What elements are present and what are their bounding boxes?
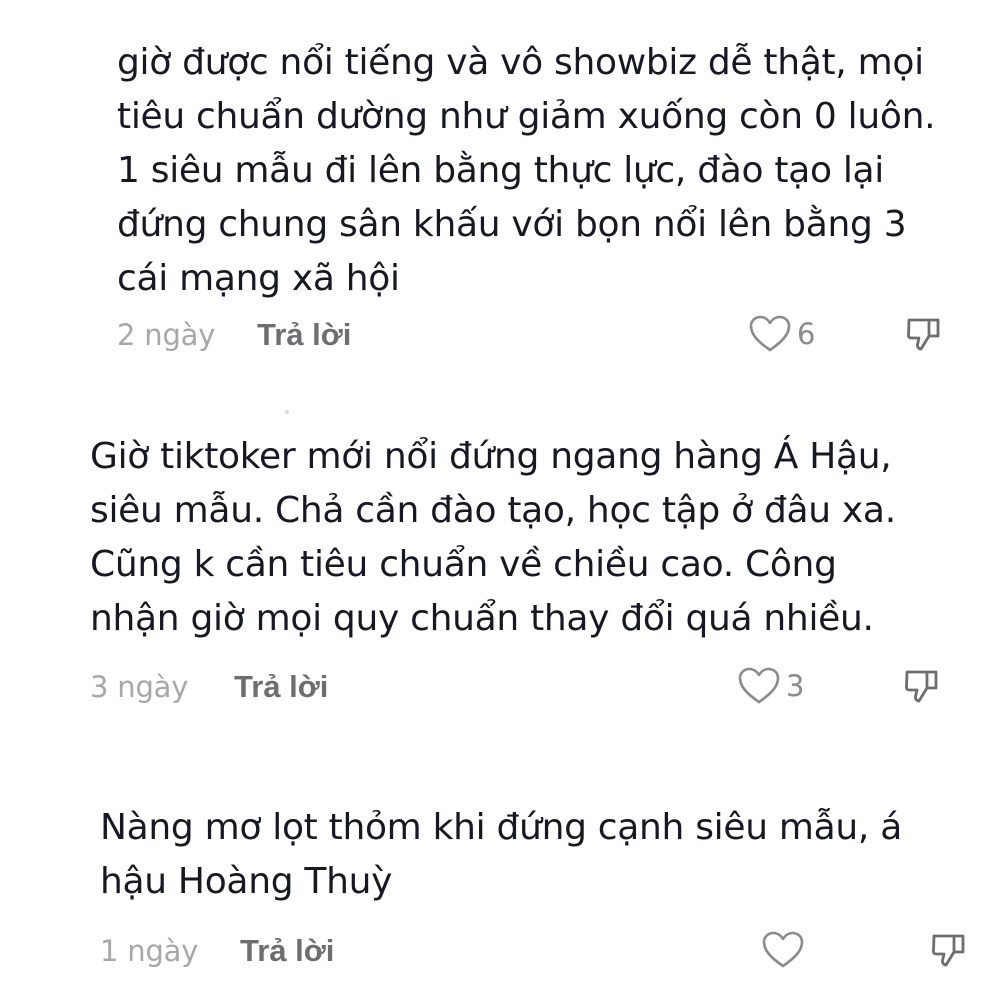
dislike-button[interactable] (930, 932, 966, 968)
comment-text-line: đứng chung sân khấu với bọn nổi lên bằng… (117, 204, 907, 245)
comment-text-line: hậu Hoàng Thuỳ (100, 861, 393, 902)
comment-text-line: giờ được nổi tiếng và vô showbiz dễ thật… (117, 42, 924, 83)
comment-time: 1 ngày (100, 934, 199, 968)
comment-text-line: siêu mẫu. Chả cần đào tạo, học tập ở đâu… (90, 490, 896, 531)
like-button[interactable] (762, 931, 810, 969)
like-count: 3 (786, 669, 805, 703)
comment-time: 2 ngày (117, 318, 216, 352)
dislike-button[interactable] (905, 316, 941, 352)
reply-button[interactable]: Trả lời (240, 933, 334, 969)
thumbs-down-outline-icon (932, 934, 965, 967)
dislike-button[interactable] (903, 668, 939, 704)
comment-text-line: Cũng k cần tiêu chuẩn về chiều cao. Công (90, 544, 837, 585)
heart-outline-icon (749, 315, 791, 352)
like-button[interactable]: 6 (749, 315, 815, 353)
comment-meta: 2 ngày Trả lời 6 (117, 315, 957, 355)
reply-button[interactable]: Trả lời (234, 669, 328, 705)
comment-meta: 3 ngày Trả lời 3 (90, 667, 950, 707)
comment-text: Giờ tiktoker mới nổi đứng ngang hàng Á H… (90, 430, 896, 646)
comment-text-line: cái mạng xã hội (117, 258, 400, 299)
comment-text-line: nhận giờ mọi quy chuẩn thay đổi quá nhiề… (90, 598, 874, 639)
thumbs-down-outline-icon (905, 670, 938, 703)
like-count: 6 (797, 317, 816, 351)
heart-outline-icon (762, 931, 804, 968)
thumbs-down-outline-icon (907, 318, 940, 351)
comment-text: Nàng mơ lọt thỏm khi đứng cạnh siêu mẫu,… (100, 801, 902, 909)
comment-text-line: tiêu chuẩn dường như giảm xuống còn 0 lu… (117, 96, 936, 137)
divider-dot (285, 410, 289, 414)
comment-text: giờ được nổi tiếng và vô showbiz dễ thật… (117, 36, 936, 306)
reply-button[interactable]: Trả lời (257, 317, 351, 353)
heart-outline-icon (738, 667, 780, 704)
comment-text-line: 1 siêu mẫu đi lên bằng thực lực, đào tạo… (117, 150, 885, 191)
comment-meta: 1 ngày Trả lời (100, 931, 970, 971)
like-button[interactable]: 3 (738, 667, 804, 705)
comment-time: 3 ngày (90, 670, 189, 704)
comment-text-line: Nàng mơ lọt thỏm khi đứng cạnh siêu mẫu,… (100, 807, 902, 848)
comment-text-line: Giờ tiktoker mới nổi đứng ngang hàng Á H… (90, 436, 892, 477)
